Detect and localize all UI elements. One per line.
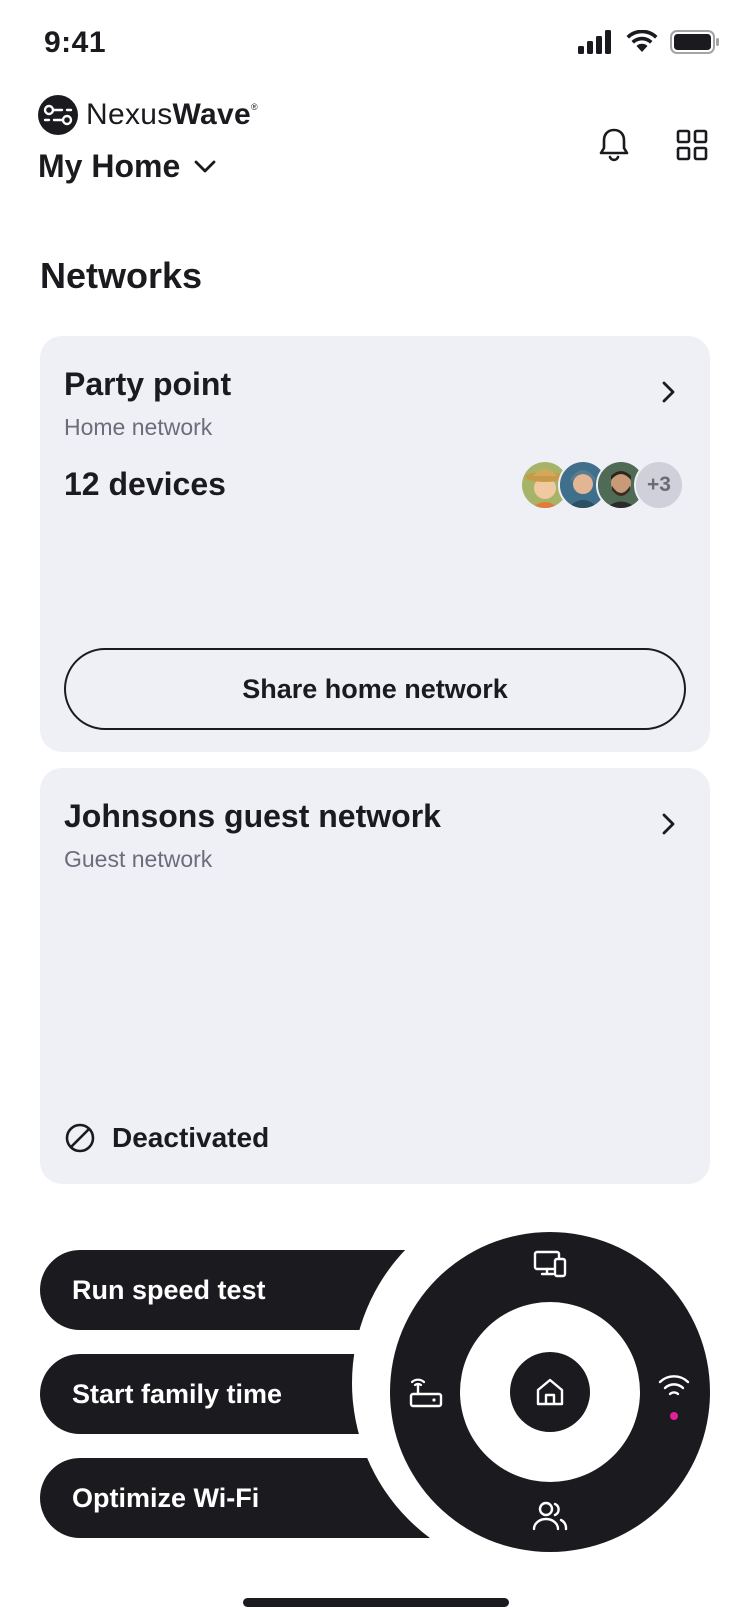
home-selector-label: My Home: [38, 148, 181, 184]
nav-router[interactable]: [402, 1368, 450, 1416]
brand-logo: NexusWave®: [38, 95, 258, 135]
deactivated-icon: [65, 1123, 95, 1153]
brand-name-bold: Wave: [172, 98, 252, 131]
nav-wifi[interactable]: [650, 1362, 698, 1410]
wifi-icon: [658, 1375, 690, 1396]
avatar-group[interactable]: +3: [520, 460, 686, 510]
brand-name: NexusWave®: [86, 98, 258, 132]
status-bar: 9:41: [0, 0, 750, 92]
avatar-more-count: +3: [634, 460, 684, 510]
home-icon: [536, 1378, 564, 1406]
share-home-network-button[interactable]: Share home network: [64, 648, 686, 730]
chevron-down-icon: [194, 160, 216, 172]
network-type: Guest network: [64, 846, 213, 872]
people-icon: [532, 1501, 568, 1531]
networks-heading: Networks: [40, 255, 203, 296]
nav-people[interactable]: [526, 1492, 574, 1540]
chevron-right-icon[interactable]: [654, 810, 682, 838]
cellular-signal-icon: [578, 30, 611, 54]
network-type: Home network: [64, 414, 213, 440]
active-indicator-dot: [670, 1412, 678, 1420]
network-status: Deactivated: [64, 1122, 269, 1154]
chevron-right-icon[interactable]: [654, 378, 682, 406]
router-icon: [409, 1378, 443, 1408]
status-icons: [578, 30, 720, 54]
nexuswave-logo-icon: [38, 95, 78, 135]
nav-devices[interactable]: [526, 1240, 574, 1288]
network-name: Party point: [64, 366, 232, 402]
brand-trademark: ®: [251, 102, 258, 112]
nav-home[interactable]: [510, 1352, 590, 1432]
bell-icon: [599, 128, 629, 162]
apps-menu-button[interactable]: [672, 125, 712, 165]
network-card-guest[interactable]: Johnsons guest network Guest network Dea…: [40, 768, 710, 1184]
network-name: Johnsons guest network: [64, 798, 441, 834]
battery-icon: [670, 30, 719, 54]
brand-name-light: Nexus: [86, 98, 173, 131]
network-card-home[interactable]: Party point Home network 12 devices +3 S…: [40, 336, 710, 752]
status-time: 9:41: [44, 26, 107, 59]
network-status-label: Deactivated: [112, 1122, 270, 1153]
grid-icon: [676, 129, 708, 161]
wifi-status-icon: [626, 30, 658, 52]
home-selector[interactable]: My Home: [38, 148, 216, 185]
device-count: 12 devices: [64, 466, 226, 502]
home-indicator[interactable]: [243, 1598, 509, 1607]
devices-icon: [533, 1250, 567, 1278]
notifications-button[interactable]: [594, 125, 634, 165]
radial-nav: [390, 1232, 710, 1552]
